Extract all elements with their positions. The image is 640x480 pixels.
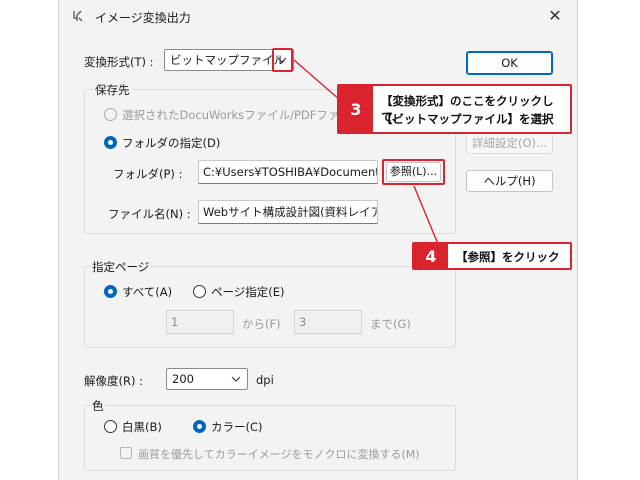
format-value: ビットマップファイル (170, 53, 285, 67)
page-group-title: 指定ページ (90, 259, 152, 275)
color-group-title: 色 (90, 398, 106, 414)
radio-all-pages-label: すべて(A) (122, 285, 173, 299)
page-from-input[interactable]: 1 (166, 310, 234, 334)
filename-label: ファイル名(N) : (108, 207, 191, 221)
page-range-group (84, 266, 456, 348)
folder-label: フォルダ(P) : (113, 167, 183, 181)
radio-folder[interactable] (104, 136, 117, 149)
resolution-select[interactable]: 200 (166, 368, 248, 390)
detail-settings-button[interactable]: 詳細設定(O)... (466, 132, 553, 154)
color-to-mono-checkbox[interactable] (120, 447, 132, 459)
step3-number: 3 (339, 86, 373, 132)
color-to-mono-label: 画質を優先してカラーイメージをモノクロに変換する(M) (138, 448, 420, 461)
help-button[interactable]: ヘルプ(H) (466, 170, 553, 192)
step3-callout: 3 【変換形式】のここをクリックして、 【ビットマップファイル】を選択 (337, 84, 572, 134)
step4-number: 4 (414, 244, 448, 268)
resolution-label: 解像度(R) : (84, 374, 143, 388)
radio-mono-label: 白黒(B) (122, 420, 162, 434)
step4-callout: 4 【参照】をクリック (412, 242, 572, 270)
radio-mono[interactable] (104, 420, 117, 433)
ok-button[interactable]: OK (466, 51, 553, 75)
radio-color-label: カラー(C) (211, 420, 263, 434)
radio-page-range[interactable] (193, 285, 206, 298)
filename-input[interactable]: Webサイト構成設計図(資料レイアウ (198, 200, 378, 224)
resolution-unit: dpi (256, 373, 274, 387)
radio-page-range-label: ページ指定(E) (211, 285, 285, 299)
app-icon (71, 9, 85, 23)
radio-selected-file-label: 選択されたDocuWorksファイル/PDFファイル (122, 108, 363, 122)
browse-button-highlight (382, 159, 445, 185)
close-icon[interactable]: ✕ (543, 5, 567, 27)
page-to-input[interactable]: 3 (294, 310, 362, 334)
title-bar: イメージ変換出力 ✕ (59, 0, 577, 33)
format-label: 変換形式(T) : (84, 55, 154, 69)
radio-selected-file[interactable] (104, 108, 117, 121)
page-from-label: から(F) (242, 317, 281, 331)
step4-text: 【参照】をクリック (456, 250, 560, 264)
chevron-down-icon[interactable] (227, 370, 245, 388)
page-to-label: まで(G) (370, 317, 411, 331)
step3-line2: 【ビットマップファイル】を選択 (381, 112, 554, 126)
format-dropdown-highlight (272, 48, 293, 72)
resolution-value: 200 (172, 372, 194, 386)
save-group-title: 保存先 (93, 82, 132, 98)
folder-input[interactable]: C:¥Users¥TOSHIBA¥Documents¥ (198, 160, 378, 184)
radio-folder-label: フォルダの指定(D) (122, 136, 221, 150)
window-title: イメージ変換出力 (95, 11, 191, 25)
radio-all-pages[interactable] (104, 285, 117, 298)
radio-color[interactable] (193, 420, 206, 433)
